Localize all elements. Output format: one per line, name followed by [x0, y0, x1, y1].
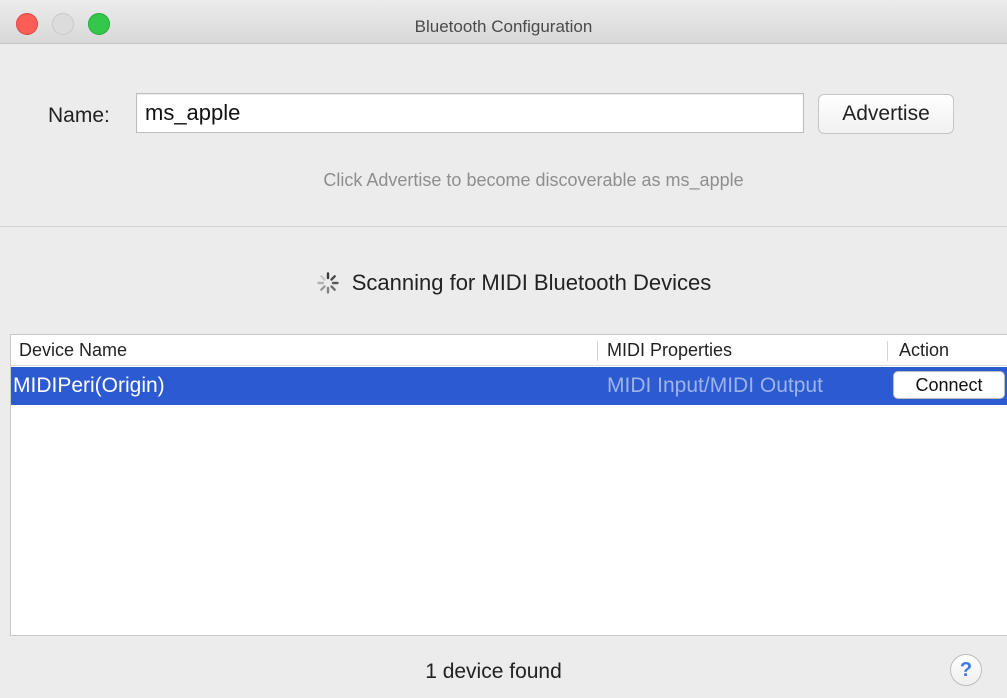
scan-status: Scanning for MIDI Bluetooth Devices: [0, 270, 1007, 302]
window-title: Bluetooth Configuration: [414, 17, 593, 36]
device-count-status: 1 device found: [425, 660, 562, 683]
column-header-device-name[interactable]: Device Name: [19, 340, 127, 361]
name-input[interactable]: [136, 93, 804, 133]
name-label: Name:: [48, 104, 110, 127]
bluetooth-configuration-window: Bluetooth Configuration Name: Advertise …: [0, 0, 1007, 698]
column-separator: [887, 341, 888, 361]
column-separator: [597, 341, 598, 361]
column-header-action[interactable]: Action: [899, 340, 949, 361]
midi-properties-cell: MIDI Input/MIDI Output: [607, 374, 823, 397]
spinner-icon: [317, 272, 339, 294]
section-divider: [0, 226, 1007, 227]
scan-status-text: Scanning for MIDI Bluetooth Devices: [351, 270, 712, 295]
help-button[interactable]: ?: [950, 654, 982, 686]
device-name-cell: MIDIPeri(Origin): [13, 374, 165, 397]
table-row[interactable]: MIDIPeri(Origin) MIDI Input/MIDI Output …: [11, 367, 1007, 405]
connect-button[interactable]: Connect: [893, 371, 1005, 399]
advertise-button[interactable]: Advertise: [818, 94, 954, 134]
device-table: Device Name MIDI Properties Action MIDIP…: [10, 334, 1007, 636]
title-bar: Bluetooth Configuration: [0, 0, 1007, 44]
table-header: Device Name MIDI Properties Action: [11, 335, 1007, 366]
column-header-midi-properties[interactable]: MIDI Properties: [607, 340, 732, 361]
advertise-hint: Click Advertise to become discoverable a…: [323, 170, 744, 190]
